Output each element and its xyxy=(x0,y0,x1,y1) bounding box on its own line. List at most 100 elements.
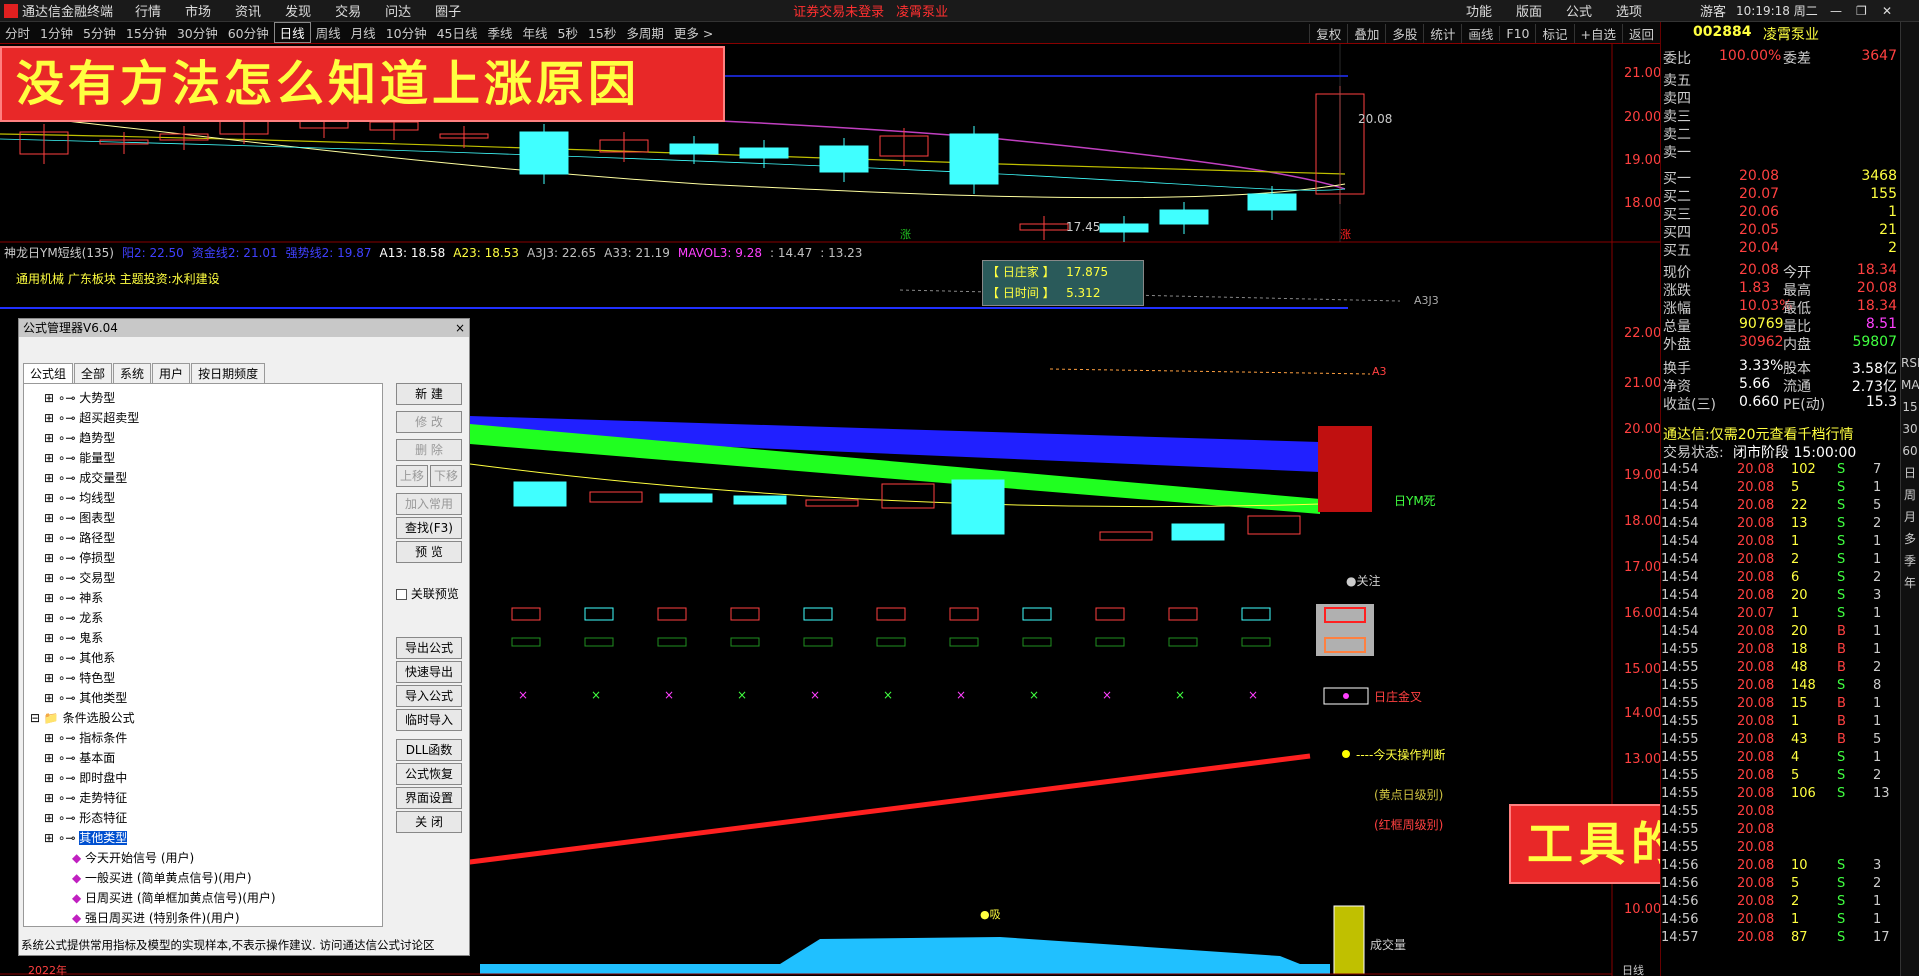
menu-news[interactable]: 资讯 xyxy=(223,1,273,20)
tree-node[interactable]: ⊞ ∘⊸ 趋势型 xyxy=(44,428,115,448)
tab-by-date[interactable]: 按日期频度 xyxy=(191,363,266,383)
period-tab[interactable]: 60分钟 xyxy=(223,23,274,42)
sidebar-button[interactable]: MA xyxy=(1901,374,1919,396)
period-tab-active[interactable]: 日线 xyxy=(273,22,311,43)
tool-button[interactable]: 统计 xyxy=(1423,23,1461,43)
sidebar-button[interactable]: 30 xyxy=(1901,418,1919,440)
tree-node[interactable]: ◆ 强日周买进 (特别条件)(用户) xyxy=(72,908,240,926)
dialog-title-bar[interactable]: 公式管理器V6.04 × xyxy=(19,319,469,337)
tree-node[interactable]: ◆ 今天开始信号 (用户) xyxy=(72,848,194,868)
sidebar-button[interactable]: 15 xyxy=(1901,396,1919,418)
dialog-button[interactable]: DLL函数 xyxy=(396,739,462,761)
sidebar-button[interactable]: 周 xyxy=(1901,484,1919,506)
tool-button[interactable]: 复权 xyxy=(1309,23,1347,43)
period-tab[interactable]: 更多 > xyxy=(669,23,718,42)
tree-node[interactable]: ⊞ ∘⊸ 超买超卖型 xyxy=(44,408,139,428)
tree-node[interactable]: ◆ 日周买进 (简单框加黄点信号)(用户) xyxy=(72,888,276,908)
panel-ad[interactable]: 通达信:仅需20元查看千档行情 xyxy=(1663,424,1899,443)
period-tab[interactable]: 10分钟 xyxy=(381,23,432,42)
period-tab[interactable]: 周线 xyxy=(311,23,346,42)
menu-ask[interactable]: 问达 xyxy=(373,1,423,20)
tree-node[interactable]: ⊞ ∘⊸ 即时盘中 xyxy=(44,768,127,788)
menu-circle[interactable]: 圈子 xyxy=(423,1,473,20)
indicator-name[interactable]: 神龙日YM短线(135) xyxy=(4,244,114,261)
tool-button[interactable]: 多股 xyxy=(1385,23,1423,43)
tree-node[interactable]: ◆ 一般买进 (简单黄点信号)(用户) xyxy=(72,868,252,888)
dialog-button[interactable]: 预 览 xyxy=(396,541,462,563)
tree-node[interactable]: ⊞ ∘⊸ 能量型 xyxy=(44,448,115,468)
dialog-button[interactable]: 加入常用 xyxy=(396,493,462,515)
tree-node[interactable]: ⊞ ∘⊸ 均线型 xyxy=(44,488,115,508)
dialog-close-icon[interactable]: × xyxy=(455,319,465,337)
tree-node[interactable]: ⊞ ∘⊸ 路径型 xyxy=(44,528,115,548)
dialog-button[interactable]: 关 闭 xyxy=(396,811,462,833)
menu-formula[interactable]: 公式 xyxy=(1554,1,1604,20)
tree-node[interactable]: ⊞ ∘⊸ 指标条件 xyxy=(44,728,127,748)
dialog-button[interactable]: 新 建 xyxy=(396,383,462,405)
period-tab[interactable]: 多周期 xyxy=(621,23,669,42)
period-tab[interactable]: 5分钟 xyxy=(78,23,121,42)
dialog-button[interactable]: 导出公式 xyxy=(396,637,462,659)
login-warning[interactable]: 证券交易未登录 xyxy=(793,1,884,20)
tool-button[interactable]: F10 xyxy=(1499,25,1535,41)
formula-tree[interactable]: ⊞ ∘⊸ 大势型 ⊞ ∘⊸ 超买超卖型 ⊞ ∘⊸ 趋势型 ⊞ ∘⊸ 能量型 ⊞ ∘⊸ 成… xyxy=(23,383,383,927)
tool-button[interactable]: 返回 xyxy=(1621,23,1660,43)
preview-checkbox[interactable] xyxy=(396,589,407,600)
menu-market2[interactable]: 市场 xyxy=(173,1,223,20)
sidebar-button[interactable]: 多 xyxy=(1901,528,1919,550)
tree-node[interactable]: ⊟ 📁 条件选股公式 xyxy=(30,708,135,728)
tree-node[interactable]: ⊞ ∘⊸ 形态特征 xyxy=(44,808,127,828)
dialog-button[interactable]: 查找(F3) xyxy=(396,517,462,539)
dialog-button[interactable]: 修 改 xyxy=(396,411,462,433)
tree-node[interactable]: ⊞ ∘⊸ 基本面 xyxy=(44,748,115,768)
tree-node[interactable]: ⊞ ∘⊸ 鬼系 xyxy=(44,628,103,648)
tree-node[interactable]: ⊞ ∘⊸ 成交量型 xyxy=(44,468,127,488)
tool-button[interactable]: 画线 xyxy=(1461,23,1499,43)
tree-node[interactable]: ⊞ ∘⊸ 特色型 xyxy=(44,668,115,688)
period-tab[interactable]: 月线 xyxy=(346,23,381,42)
dialog-button[interactable]: 删 除 xyxy=(396,439,462,461)
period-tab[interactable]: 分时 xyxy=(0,23,35,42)
sidebar-button[interactable]: RSI xyxy=(1901,352,1919,374)
menu-function[interactable]: 功能 xyxy=(1454,1,1504,20)
close-icon[interactable]: ✕ xyxy=(1882,4,1892,18)
period-tab[interactable]: 30分钟 xyxy=(172,23,223,42)
sidebar-button[interactable]: 年 xyxy=(1901,572,1919,594)
tree-node[interactable]: ⊞ ∘⊸ 其他类型 xyxy=(44,828,128,848)
tree-node[interactable]: ⊞ ∘⊸ 其他系 xyxy=(44,648,115,668)
dialog-button[interactable]: 界面设置 xyxy=(396,787,462,809)
menu-discover[interactable]: 发现 xyxy=(273,1,323,20)
tree-node[interactable]: ⊞ ∘⊸ 交易型 xyxy=(44,568,115,588)
tree-node[interactable]: ⊞ ∘⊸ 大势型 xyxy=(44,388,115,408)
dialog-button[interactable]: 临时导入 xyxy=(396,709,462,731)
tool-button[interactable]: 标记 xyxy=(1535,23,1573,43)
period-tab[interactable]: 年线 xyxy=(518,23,553,42)
tab-all[interactable]: 全部 xyxy=(74,363,113,383)
sidebar-button[interactable]: 日 xyxy=(1901,462,1919,484)
period-tab[interactable]: 5秒 xyxy=(553,23,583,42)
period-tab[interactable]: 季线 xyxy=(483,23,518,42)
tree-node[interactable]: ⊞ ∘⊸ 其他类型 xyxy=(44,688,127,708)
dialog-button[interactable]: 上移 xyxy=(396,465,428,487)
tree-node[interactable]: ⊞ ∘⊸ 走势特征 xyxy=(44,788,127,808)
maximize-icon[interactable]: ❐ xyxy=(1856,4,1867,18)
menu-options[interactable]: 选项 xyxy=(1604,1,1654,20)
tool-button[interactable]: 叠加 xyxy=(1347,23,1385,43)
sidebar-button[interactable]: 月 xyxy=(1901,506,1919,528)
dialog-button[interactable]: 导入公式 xyxy=(396,685,462,707)
period-tab[interactable]: 1分钟 xyxy=(35,23,78,42)
tab-system[interactable]: 系统 xyxy=(113,363,152,383)
tool-button[interactable]: +自选 xyxy=(1573,23,1622,43)
menu-trade[interactable]: 交易 xyxy=(323,1,373,20)
period-tab[interactable]: 15分钟 xyxy=(121,23,172,42)
tab-user[interactable]: 用户 xyxy=(152,363,191,383)
dialog-button[interactable]: 快速导出 xyxy=(396,661,462,683)
period-tab[interactable]: 45日线 xyxy=(432,23,483,42)
period-tab[interactable]: 15秒 xyxy=(583,23,621,42)
menu-market[interactable]: 行情 xyxy=(123,1,173,20)
menu-layout[interactable]: 版面 xyxy=(1504,1,1554,20)
tree-node[interactable]: ⊞ ∘⊸ 龙系 xyxy=(44,608,103,628)
tree-node[interactable]: ⊞ ∘⊸ 图表型 xyxy=(44,508,115,528)
tree-node[interactable]: ⊞ ∘⊸ 停损型 xyxy=(44,548,115,568)
tab-group[interactable]: 公式组 xyxy=(23,363,74,383)
